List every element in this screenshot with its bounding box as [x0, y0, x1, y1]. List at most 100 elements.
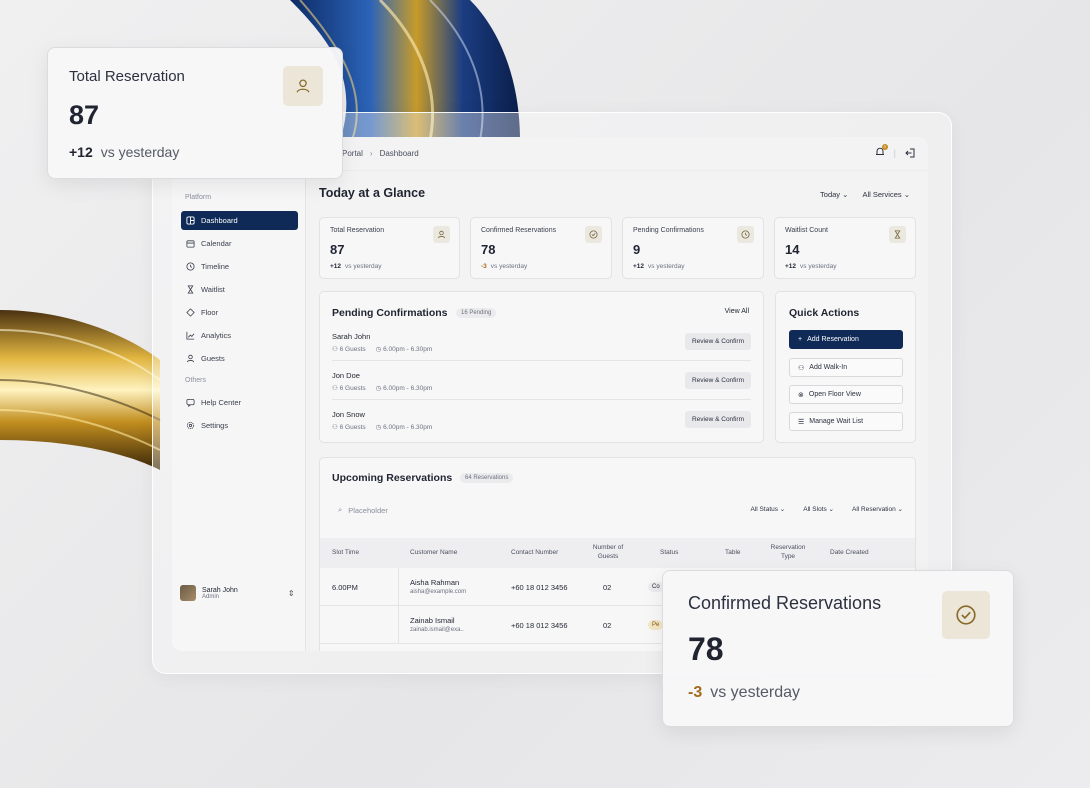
sidebar-item-label: Calendar [201, 239, 232, 248]
column-header: Contact Number [511, 549, 559, 556]
search-input[interactable]: ⌕ Placeholder [338, 505, 388, 515]
stat-value: 14 [785, 242, 800, 257]
stat-value: 78 [481, 242, 496, 257]
guests-count: ⚇ 6 Guests [332, 424, 366, 431]
filter-reservation-dropdown[interactable]: All Reservation ⌄ [852, 505, 903, 513]
logout-icon[interactable] [904, 147, 916, 159]
filter-day-dropdown[interactable]: Today [820, 190, 848, 199]
user-icon [186, 354, 195, 363]
stat-card-pending: Pending Confirmations 9 +12 vs yesterday [622, 217, 764, 279]
filter-status-dropdown[interactable]: All Status ⌄ [751, 505, 786, 513]
sidebar-section-platform: Platform [185, 194, 212, 201]
list-icon: ☰ [798, 418, 805, 426]
sidebar-section-others: Others [185, 377, 207, 384]
sidebar-item-label: Waitlist [201, 285, 225, 294]
stat-label: Confirmed Reservations [481, 227, 557, 234]
open-floor-view-button[interactable]: ⊗ Open Floor View [789, 385, 903, 404]
avatar [180, 585, 196, 601]
hourglass-icon [889, 226, 906, 243]
column-header: Table [725, 549, 741, 556]
review-confirm-button[interactable]: Review & Confirm [685, 411, 751, 428]
stat-label: Total Reservation [330, 227, 385, 234]
float-card-value: 78 [688, 631, 724, 667]
sidebar-item-dashboard[interactable]: Dashboard [181, 211, 298, 230]
time-range: ◷ 6.00pm - 6.30pm [375, 346, 433, 353]
floating-card-total-reservation: Total Reservation 87 +12 vs yesterday [47, 47, 343, 179]
user-profile[interactable]: Sarah John Admin ⇕ [180, 585, 295, 601]
stat-label: Waitlist Count [785, 227, 828, 234]
view-all-link[interactable]: View All [725, 308, 749, 315]
time-range: ◷ 6.00pm - 6.30pm [375, 424, 433, 431]
float-card-value: 87 [69, 100, 100, 130]
hourglass-icon [187, 285, 194, 294]
stat-delta: +12 vs yesterday [330, 263, 382, 270]
sidebar-item-settings[interactable]: Settings [181, 416, 298, 435]
sidebar-item-label: Help Center [201, 398, 242, 407]
search-icon: ⌕ [338, 505, 343, 514]
breadcrumb-root[interactable]: Portal [342, 149, 363, 158]
section-title: Pending Confirmations [332, 307, 448, 319]
float-card-delta: +12 vs yesterday [69, 144, 180, 160]
sidebar-item-waitlist[interactable]: Waitlist [181, 280, 298, 299]
plus-icon: + [798, 336, 803, 343]
stat-label: Pending Confirmations [633, 227, 704, 234]
sidebar-item-label: Guests [201, 354, 225, 363]
sidebar-item-label: Dashboard [201, 216, 238, 225]
column-divider [398, 606, 399, 643]
sidebar-item-help-center[interactable]: Help Center [181, 393, 298, 412]
guests-count: ⚇ 6 Guests [332, 385, 366, 392]
chart-icon [186, 331, 195, 340]
page-title: Today at a Glance [319, 186, 426, 200]
column-header: Number of Guests [592, 544, 624, 560]
filter-slots-dropdown[interactable]: All Slots ⌄ [803, 505, 834, 513]
header-filters: Today All Services [820, 190, 910, 199]
sidebar-item-calendar[interactable]: Calendar [181, 234, 298, 253]
divider [332, 399, 751, 400]
sidebar-item-label: Analytics [201, 331, 232, 340]
filter-services-dropdown[interactable]: All Services [862, 190, 910, 199]
customer-email: aisha@example.com [410, 589, 467, 595]
float-card-label: Confirmed Reservations [688, 593, 882, 613]
review-confirm-button[interactable]: Review & Confirm [685, 333, 751, 350]
column-header: Reservation Type [770, 544, 806, 560]
contact-number: +60 18 012 3456 [511, 621, 568, 630]
floor-icon [186, 308, 195, 317]
sidebar-item-label: Floor [201, 308, 219, 317]
sidebar-item-label: Timeline [201, 262, 230, 271]
sidebar-item-timeline[interactable]: Timeline [181, 257, 298, 276]
slot-time: 6.00PM [332, 583, 358, 592]
sidebar-item-label: Settings [201, 421, 229, 430]
review-confirm-button[interactable]: Review & Confirm [685, 372, 751, 389]
manage-wait-list-button[interactable]: ☰ Manage Wait List [789, 412, 903, 431]
user-icon [283, 66, 323, 106]
check-circle-icon [942, 591, 990, 639]
reservations-count-badge: 64 Reservations [460, 473, 514, 483]
quick-actions-panel: Quick Actions + Add Reservation ⚇ Add Walk… [775, 291, 916, 443]
column-divider [398, 568, 399, 605]
sidebar-item-floor[interactable]: Floor [181, 303, 298, 322]
stat-delta: +12 vs yesterday [785, 263, 837, 270]
user-name: Sarah John [202, 586, 238, 594]
notification-bell-icon[interactable]: 3 [874, 144, 888, 160]
calendar-icon [186, 240, 195, 248]
stat-card-total: Total Reservation 87 +12 vs yesterday [319, 217, 460, 279]
table-header: Slot Time Customer Name Contact Number N… [320, 538, 915, 568]
topbar-divider: | [893, 148, 896, 158]
stat-card-confirmed: Confirmed Reservations 78 -3 vs yesterday [470, 217, 612, 279]
sidebar: Platform Dashboard Calendar Timeline Wai… [172, 137, 306, 651]
table-filters: All Status ⌄ All Slots ⌄ All Reservation… [751, 505, 903, 513]
breadcrumb-current: Dashboard [379, 149, 419, 158]
add-user-icon: ⚇ [798, 364, 805, 372]
add-walk-in-button[interactable]: ⚇ Add Walk-In [789, 358, 903, 377]
sidebar-item-guests[interactable]: Guests [181, 349, 298, 368]
float-card-label: Total Reservation [69, 68, 185, 85]
sidebar-item-analytics[interactable]: Analytics [181, 326, 298, 345]
section-title: Quick Actions [789, 307, 860, 319]
breadcrumb: Portal › Dashboard 3 | [306, 137, 928, 171]
user-role: Admin [202, 593, 220, 600]
chevron-updown-icon[interactable]: ⇕ [288, 589, 295, 598]
pending-confirmations-panel: Pending Confirmations 16 Pending View Al… [319, 291, 764, 443]
column-header: Customer Name [410, 549, 458, 556]
add-reservation-button[interactable]: + Add Reservation [789, 330, 903, 349]
clock-icon [186, 262, 195, 271]
